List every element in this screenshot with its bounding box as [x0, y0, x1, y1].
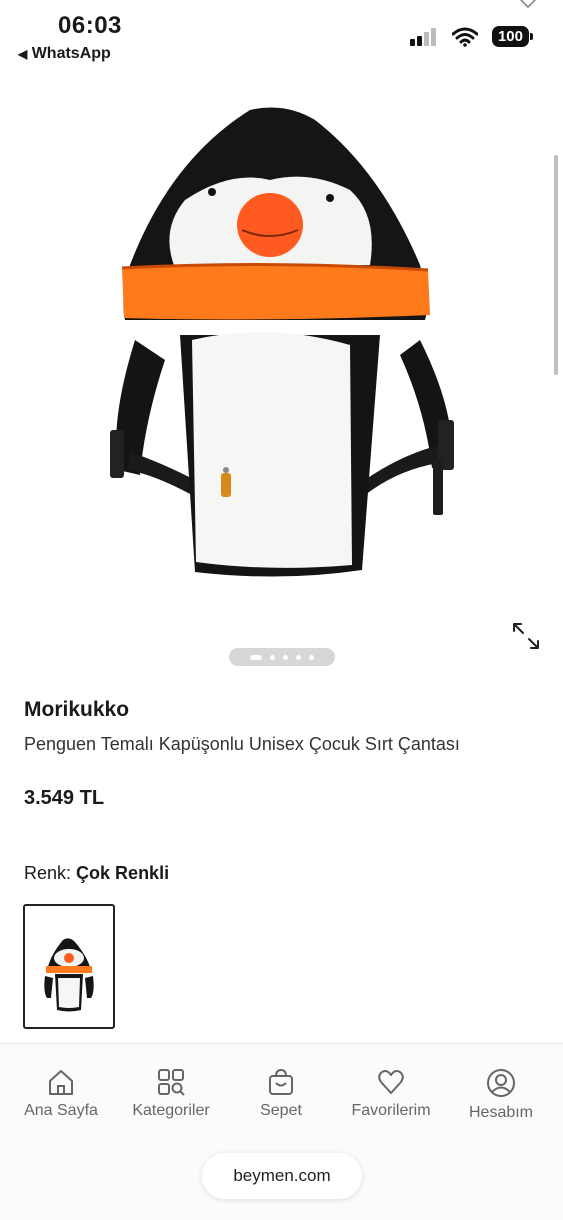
pagination-dot[interactable] [296, 654, 301, 660]
pagination-dot[interactable] [270, 654, 275, 660]
nav-label-favorites: Favorilerim [351, 1102, 431, 1119]
back-app-label: WhatsApp [31, 45, 111, 62]
color-value: Çok Renkli [76, 863, 170, 883]
home-icon [49, 1070, 73, 1095]
nav-item-account[interactable]: Hesabım [446, 1068, 556, 1122]
product-title: Penguen Temalı Kapüşonlu Unisex Çocuk Sı… [24, 734, 460, 754]
signal-icon [409, 27, 436, 46]
scroll-indicator [554, 155, 558, 375]
nav-label-cart: Sepet [260, 1102, 302, 1119]
browser-url-bar[interactable]: beymen.com [202, 1153, 362, 1199]
favorite-heart-icon[interactable] [517, 0, 539, 8]
swatch-thumbnail-image [44, 938, 94, 1012]
nav-item-favorites[interactable]: Favorilerim [336, 1068, 446, 1120]
color-swatch-selected[interactable] [23, 904, 115, 1029]
color-selection-label: Renk: Çok Renkli [24, 863, 169, 884]
user-icon [487, 1069, 515, 1097]
categories-icon [158, 1069, 185, 1096]
status-indicators: 100 [409, 26, 534, 47]
color-label: Renk: [24, 863, 72, 883]
product-price: 3.549 TL [24, 787, 105, 809]
penguin-backpack-image [110, 107, 454, 577]
product-image-gallery[interactable] [0, 90, 563, 680]
product-brand[interactable]: Morikukko [24, 698, 129, 722]
pagination-dot[interactable] [283, 654, 288, 660]
wifi-icon [451, 27, 478, 47]
nav-item-home[interactable]: Ana Sayfa [6, 1068, 116, 1120]
pagination-dot-active[interactable] [250, 654, 262, 660]
nav-item-cart[interactable]: Sepet [226, 1068, 336, 1120]
battery-indicator: 100 [491, 26, 534, 47]
gallery-pagination[interactable] [229, 648, 335, 666]
status-bar: 06:03 ◀ WhatsApp 100 [0, 0, 563, 80]
bag-icon [269, 1068, 293, 1095]
nav-label-home: Ana Sayfa [24, 1102, 98, 1119]
nav-label-account: Hesabım [468, 1104, 534, 1121]
nav-label-categories: Kategoriler [132, 1102, 210, 1119]
back-triangle-icon: ◀ [18, 47, 28, 61]
heart-icon [378, 1070, 404, 1094]
status-time: 06:03 [58, 12, 122, 39]
expand-icon[interactable] [510, 620, 542, 652]
pagination-dot[interactable] [309, 654, 314, 660]
nav-item-categories[interactable]: Kategoriler [116, 1068, 226, 1120]
back-to-app-link[interactable]: ◀ WhatsApp [18, 45, 111, 63]
